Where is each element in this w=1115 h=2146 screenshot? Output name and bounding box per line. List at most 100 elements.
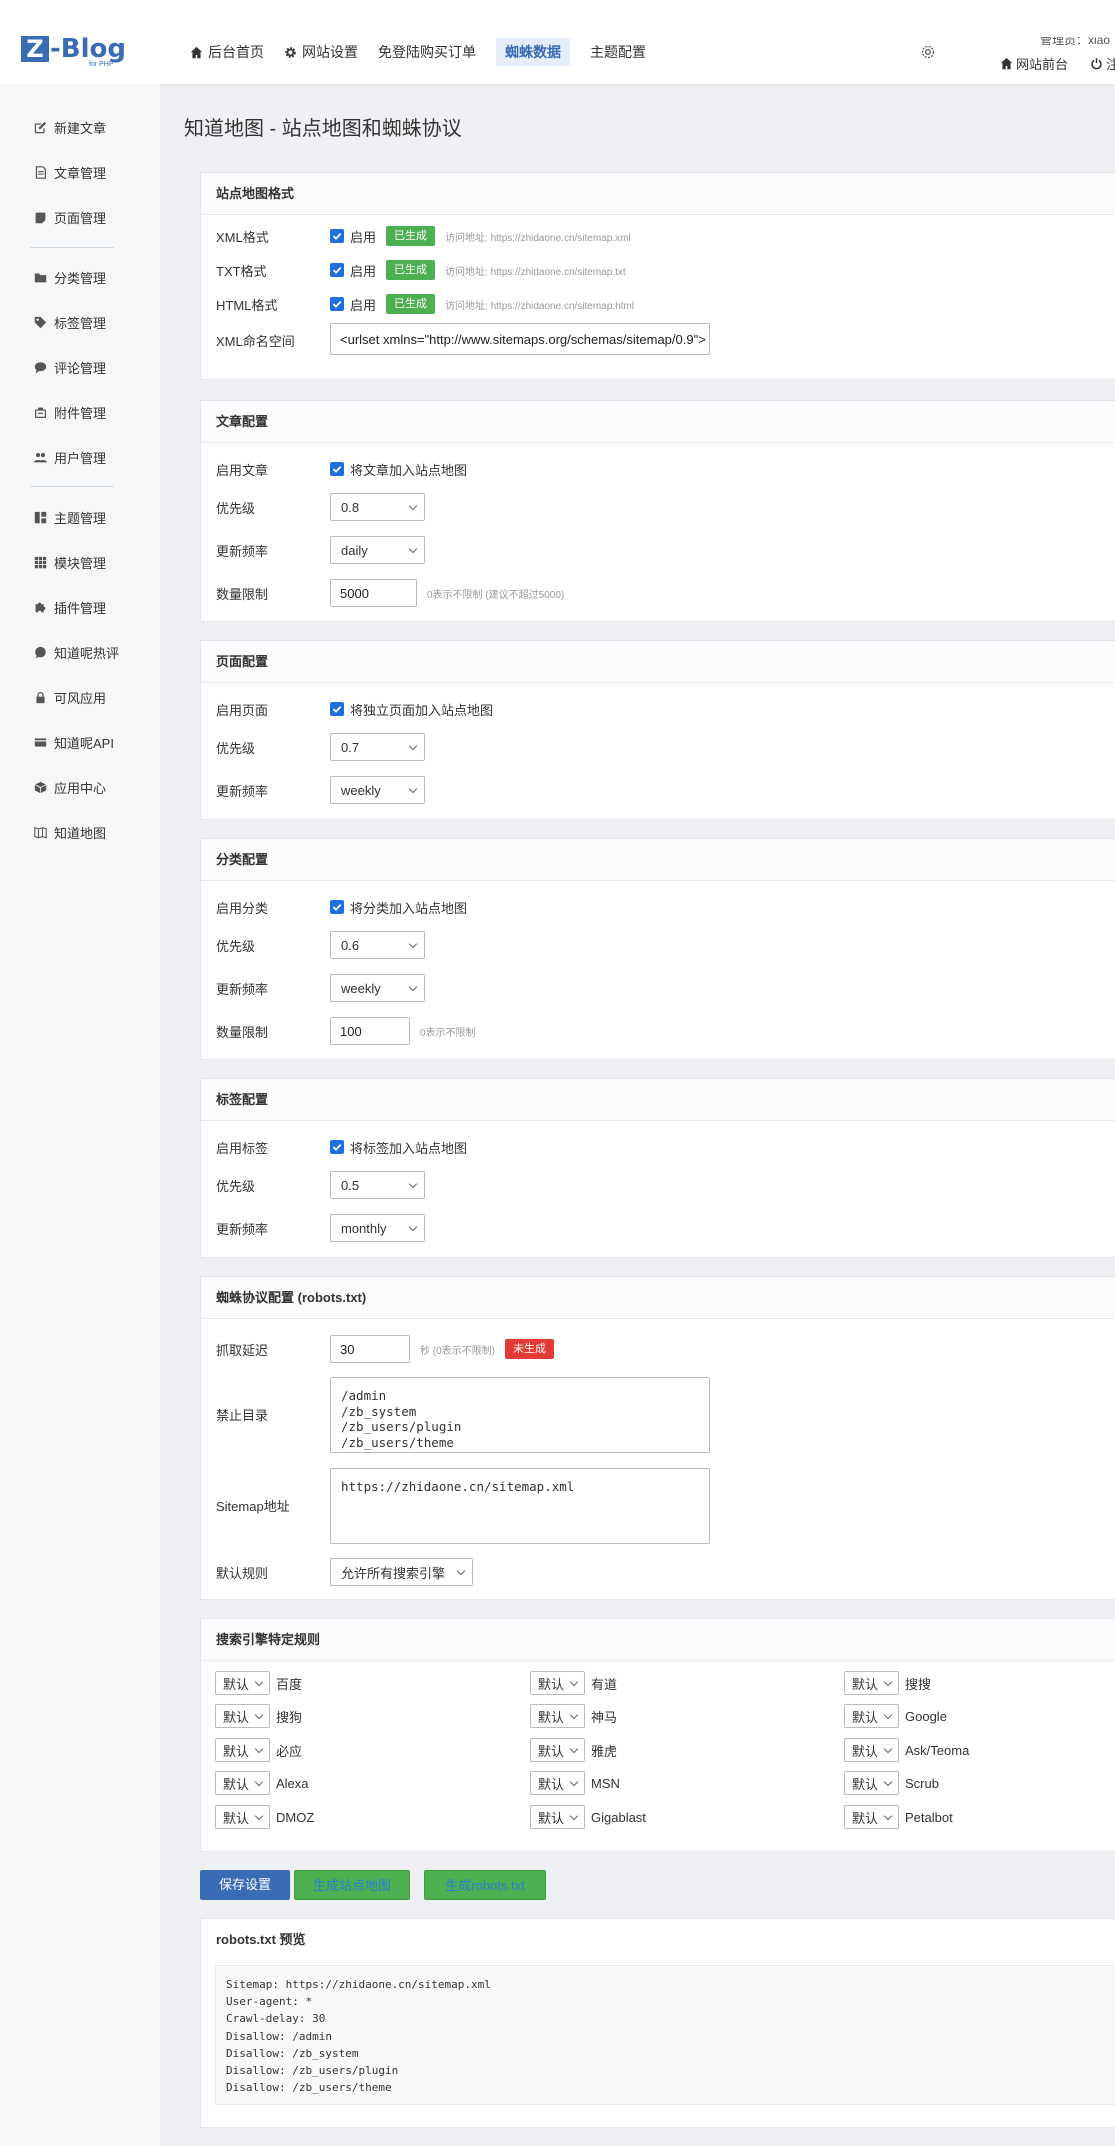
sidebar-item-hot-comments[interactable]: 知道呢热评 bbox=[34, 643, 119, 662]
zblog-logo[interactable]: Z -Blog for PHP bbox=[21, 34, 126, 68]
engine-rule-select[interactable]: 默认 bbox=[215, 1738, 270, 1762]
category-frequency-select[interactable]: weekly bbox=[330, 974, 425, 1002]
engine-rule-item: 默认 Scrub bbox=[844, 1771, 939, 1795]
check-icon bbox=[332, 903, 342, 911]
xml-enable-checkbox[interactable] bbox=[330, 229, 344, 243]
engine-rule-select[interactable]: 默认 bbox=[530, 1805, 585, 1829]
save-settings-button[interactable]: 保存设置 bbox=[200, 1870, 290, 1900]
sidebar-item-modules[interactable]: 模块管理 bbox=[34, 553, 106, 572]
nav-theme-config[interactable]: 主题配置 bbox=[590, 38, 646, 66]
edit-icon bbox=[34, 121, 47, 134]
engine-rule-item: 默认 MSN bbox=[530, 1771, 620, 1795]
engine-rule-select[interactable]: 默认 bbox=[844, 1771, 899, 1795]
default-rule-select[interactable]: 允许所有搜索引擎 bbox=[330, 1558, 473, 1586]
article-frequency-select[interactable]: daily bbox=[330, 536, 425, 564]
engine-rule-select[interactable]: 默认 bbox=[215, 1805, 270, 1829]
engine-rule-item: 默认 Ask/Teoma bbox=[844, 1738, 969, 1762]
sidebar-item-categories[interactable]: 分类管理 bbox=[34, 268, 106, 287]
category-enable-checkbox[interactable] bbox=[330, 900, 344, 914]
tag-priority-select[interactable]: 0.5 bbox=[330, 1171, 425, 1199]
panel-heading: 站点地图格式 bbox=[201, 173, 1115, 215]
power-icon bbox=[1091, 58, 1102, 70]
page-frequency-select[interactable]: weekly bbox=[330, 776, 425, 804]
logout-link[interactable]: 注 bbox=[1090, 54, 1115, 73]
chat-bubble-icon bbox=[35, 646, 46, 659]
article-priority-select[interactable]: 0.8 bbox=[330, 493, 425, 521]
page-icon bbox=[35, 212, 46, 224]
engine-name: Petalbot bbox=[905, 1809, 953, 1825]
xml-namespace-input[interactable]: <urlset xmlns="http://www.sitemaps.org/s… bbox=[330, 323, 710, 355]
tag-config-panel: 标签配置 启用标签 将标签加入站点地图 优先级 0.5 更新频率 monthly bbox=[200, 1078, 1115, 1258]
sidebar-item-attachments[interactable]: 附件管理 bbox=[34, 403, 106, 422]
engine-rule-select[interactable]: 默认 bbox=[215, 1671, 270, 1695]
page-enable-checkbox[interactable] bbox=[330, 702, 344, 716]
nav-orders[interactable]: 免登陆购买订单 bbox=[378, 38, 476, 66]
sidebar-item-app-center[interactable]: 应用中心 bbox=[34, 778, 106, 797]
engine-rule-select[interactable]: 默认 bbox=[844, 1704, 899, 1728]
engine-rule-select[interactable]: 默认 bbox=[844, 1805, 899, 1829]
sidebar-item-pages[interactable]: 页面管理 bbox=[34, 208, 106, 227]
logo-mark: Z bbox=[21, 36, 49, 62]
card-icon bbox=[34, 738, 47, 747]
sidebar bbox=[0, 84, 160, 2146]
engine-rule-select[interactable]: 默认 bbox=[215, 1704, 270, 1728]
sidebar-divider bbox=[30, 247, 114, 248]
sidebar-item-kefeng-apps[interactable]: 可风应用 bbox=[34, 688, 106, 707]
engine-rule-select[interactable]: 默认 bbox=[530, 1671, 585, 1695]
engine-name: Gigablast bbox=[591, 1809, 646, 1825]
category-limit-input[interactable]: 100 bbox=[330, 1017, 410, 1045]
tag-enable-checkbox[interactable] bbox=[330, 1140, 344, 1154]
panel-heading: 搜索引擎特定规则 bbox=[201, 1619, 1115, 1661]
sidebar-item-api[interactable]: 知道呢API bbox=[34, 733, 114, 752]
page-priority-select[interactable]: 0.7 bbox=[330, 733, 425, 761]
engine-rule-select[interactable]: 默认 bbox=[844, 1738, 899, 1762]
gear-icon bbox=[285, 46, 296, 58]
engine-name: MSN bbox=[591, 1775, 620, 1791]
engine-name: 雅虎 bbox=[591, 1743, 618, 1759]
logo-text: -Blog bbox=[50, 34, 126, 64]
nav-spider-data[interactable]: 蜘蛛数据 bbox=[496, 38, 570, 66]
disallow-textarea[interactable]: /admin /zb_system /zb_users/plugin /zb_u… bbox=[330, 1377, 710, 1453]
generate-robots-button[interactable]: 生成robots.txt bbox=[424, 1870, 546, 1900]
html-enable-checkbox[interactable] bbox=[330, 297, 344, 311]
sidebar-item-sitemap[interactable]: 知道地图 bbox=[34, 823, 106, 842]
front-site-link[interactable]: 网站前台 bbox=[1000, 54, 1068, 73]
nav-site-settings[interactable]: 网站设置 bbox=[284, 38, 358, 66]
engine-rule-select[interactable]: 默认 bbox=[530, 1738, 585, 1762]
engine-rule-select[interactable]: 默认 bbox=[530, 1771, 585, 1795]
engine-rule-item: 默认 神马 bbox=[530, 1704, 617, 1728]
engine-rule-select[interactable]: 默认 bbox=[530, 1704, 585, 1728]
tag-frequency-select[interactable]: monthly bbox=[330, 1214, 425, 1242]
sidebar-item-tags[interactable]: 标签管理 bbox=[34, 313, 106, 332]
article-limit-input[interactable]: 5000 bbox=[330, 579, 417, 607]
nav-home[interactable]: 后台首页 bbox=[190, 38, 264, 66]
engine-rule-select[interactable]: 默认 bbox=[844, 1671, 899, 1695]
sidebar-item-comments[interactable]: 评论管理 bbox=[34, 358, 106, 377]
category-priority-select[interactable]: 0.6 bbox=[330, 931, 425, 959]
robots-preview-panel: robots.txt 预览 Sitemap: https://zhidaone.… bbox=[200, 1918, 1115, 2128]
engine-rule-item: 默认 Google bbox=[844, 1704, 947, 1728]
engine-name: Scrub bbox=[905, 1775, 939, 1791]
sidebar-item-themes[interactable]: 主题管理 bbox=[34, 508, 106, 527]
engine-name: Ask/Teoma bbox=[905, 1742, 970, 1758]
grid-icon bbox=[34, 556, 47, 569]
sidebar-item-new-post[interactable]: 新建文章 bbox=[34, 118, 106, 137]
crawl-delay-input[interactable]: 30 bbox=[330, 1335, 410, 1363]
sidebar-item-posts[interactable]: 文章管理 bbox=[34, 163, 106, 182]
category-config-panel: 分类配置 启用分类 将分类加入站点地图 优先级 0.6 更新频率 weekly … bbox=[200, 838, 1115, 1060]
txt-enable-checkbox[interactable] bbox=[330, 263, 344, 277]
panel-heading: 页面配置 bbox=[201, 641, 1115, 683]
sitemap-format-panel: 站点地图格式 XML格式 启用 已生成 访问地址: https://zhidao… bbox=[200, 172, 1115, 380]
engine-name: Google bbox=[905, 1708, 947, 1724]
article-enable-checkbox[interactable] bbox=[330, 462, 344, 476]
folder-icon bbox=[34, 273, 47, 283]
sidebar-item-plugins[interactable]: 插件管理 bbox=[34, 598, 106, 617]
sidebar-item-users[interactable]: 用户管理 bbox=[34, 448, 106, 467]
document-icon bbox=[35, 166, 46, 179]
settings-gear-icon[interactable] bbox=[920, 44, 936, 60]
generate-sitemap-button[interactable]: 生成站点地图 bbox=[294, 1870, 410, 1900]
access-url: 访问地址: https://zhidaone.cn/sitemap.xml bbox=[445, 232, 631, 244]
check-icon bbox=[332, 705, 342, 713]
engine-rule-select[interactable]: 默认 bbox=[215, 1771, 270, 1795]
sitemap-url-textarea[interactable]: https://zhidaone.cn/sitemap.xml bbox=[330, 1468, 710, 1544]
